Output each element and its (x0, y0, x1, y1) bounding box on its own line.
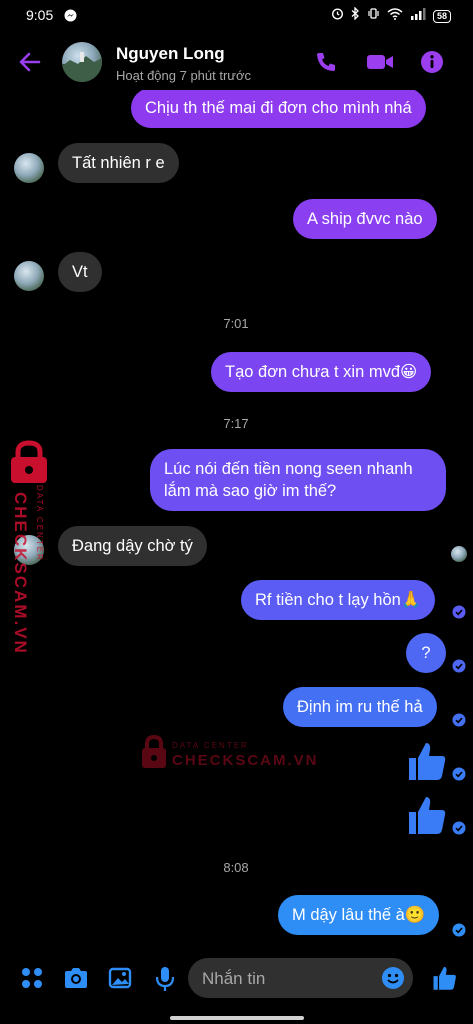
message-text: Định im ru thế hả (297, 698, 423, 716)
message-text-line: lắm mà sao giờ im thế? (164, 482, 337, 500)
thumbs-up-sticker-icon[interactable] (405, 740, 447, 787)
home-indicator[interactable] (170, 1016, 304, 1020)
delivered-check-icon (452, 659, 466, 673)
emoji-icon[interactable] (381, 966, 405, 995)
message-bubble-incoming[interactable]: Tất nhiên r e (58, 143, 179, 183)
message-bubble-outgoing[interactable]: M dậy lâu thế à🙂 (278, 895, 440, 935)
padlock-logo-icon (142, 735, 166, 768)
message-text: Chịu th thế mai đi đơn cho mình nhá (145, 99, 412, 117)
watermark-vertical: DATA CENTER CHECKSCAM.VN (4, 440, 52, 655)
message-text: ? (421, 644, 431, 662)
message-text: Vt (72, 263, 88, 281)
watermark-brand: CHECKSCAM.VN (11, 492, 30, 655)
message-bubble-outgoing[interactable]: Chịu th thế mai đi đơn cho mình nhá (131, 90, 426, 128)
message-text-line: Lúc nói đến tiền nong seen nhanh (164, 460, 413, 478)
chat-header: Nguyen Long Hoạt động 7 phút trước (0, 36, 473, 90)
contact-avatar[interactable] (62, 42, 102, 82)
thumbs-up-sticker-icon[interactable] (405, 794, 447, 841)
padlock-logo-icon (11, 440, 47, 483)
contact-avatar-small (14, 153, 44, 183)
alarm-icon (331, 7, 344, 25)
contact-name[interactable]: Nguyen Long (116, 44, 225, 64)
timestamp: 7:01 (223, 316, 249, 331)
watermark-subtitle: DATA CENTER (172, 741, 249, 750)
message-text: M dậy lâu thế à🙂 (292, 906, 426, 924)
message-bubble-outgoing[interactable]: Tạo đơn chưa t xin mvđ😀 (211, 352, 432, 392)
message-bubble-outgoing[interactable]: ? (406, 633, 446, 673)
message-text: Rf tiền cho t lạy hồn🙏 (255, 591, 422, 609)
delivered-check-icon (452, 923, 466, 937)
back-arrow-icon[interactable] (18, 50, 42, 79)
contact-avatar-small (14, 261, 44, 291)
delivered-check-icon (452, 605, 466, 619)
message-thread[interactable]: Chịu th thế mai đi đơn cho mình nhá Tất … (0, 90, 473, 938)
status-bar: 9:05 58 (0, 0, 473, 32)
vibrate-icon (367, 7, 380, 25)
message-composer: Nhắn tin (0, 952, 473, 1004)
phone-call-icon[interactable] (314, 50, 338, 79)
timestamp: 8:08 (223, 860, 249, 875)
info-icon[interactable] (420, 50, 444, 79)
wifi-icon (387, 7, 403, 25)
thumbs-up-send-icon[interactable] (431, 965, 457, 996)
status-icons: 58 (331, 6, 451, 25)
message-text: Tất nhiên r e (72, 154, 165, 172)
battery-indicator: 58 (432, 9, 451, 23)
watermark-center: DATA CENTER CHECKSCAM.VN (140, 735, 317, 775)
input-placeholder: Nhắn tin (202, 969, 266, 988)
bluetooth-icon (351, 6, 360, 25)
delivered-check-icon (452, 767, 466, 781)
message-bubble-outgoing[interactable]: A ship đvvc nào (293, 199, 437, 239)
video-call-icon[interactable] (366, 50, 394, 79)
message-input[interactable]: Nhắn tin (188, 958, 413, 998)
microphone-icon[interactable] (154, 966, 176, 997)
watermark-brand: CHECKSCAM.VN (172, 752, 319, 769)
apps-menu-icon[interactable] (20, 966, 44, 995)
message-bubble-incoming[interactable]: Vt (58, 252, 102, 292)
message-text: Tạo đơn chưa t xin mvđ😀 (225, 363, 418, 381)
delivered-check-icon (452, 713, 466, 727)
timestamp: 7:17 (223, 416, 249, 431)
message-text: Đang dậy chờ tý (72, 537, 193, 555)
message-bubble-incoming[interactable]: Đang dậy chờ tý (58, 526, 207, 566)
message-text: A ship đvvc nào (307, 210, 423, 228)
message-bubble-outgoing[interactable]: Định im ru thế hả (283, 687, 437, 727)
message-bubble-outgoing[interactable]: Rf tiền cho t lạy hồn🙏 (241, 580, 436, 620)
signal-icon (410, 7, 426, 25)
gallery-icon[interactable] (108, 966, 132, 995)
message-bubble-outgoing[interactable]: Lúc nói đến tiền nong seen nhanh lắm mà … (150, 449, 446, 511)
messenger-notification-icon (64, 9, 77, 27)
camera-icon[interactable] (63, 966, 89, 995)
delivered-check-icon (452, 821, 466, 835)
status-time: 9:05 (26, 7, 54, 23)
seen-avatar (451, 546, 467, 562)
activity-status: Hoạt động 7 phút trước (116, 68, 252, 83)
watermark-subtitle: DATA CENTER (35, 485, 44, 562)
